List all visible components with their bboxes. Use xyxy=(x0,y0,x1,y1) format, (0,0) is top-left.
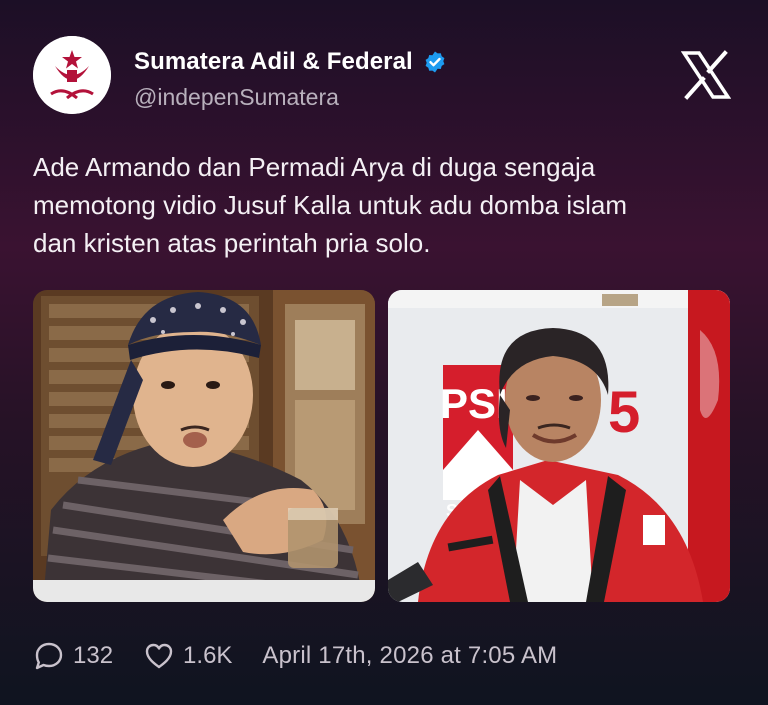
reply-bubble-icon xyxy=(35,642,63,670)
like-count: 1.6K xyxy=(183,642,233,669)
crescent-emblem-icon xyxy=(33,36,111,114)
tweet-card: Sumatera Adil & Federal @indepenSumatera… xyxy=(0,0,768,705)
engagement-bar: 132 1.6K April 17th, 2026 at 7:05 AM xyxy=(33,640,557,672)
account-handle[interactable]: @indepenSumatera xyxy=(134,84,339,111)
reply-count: 132 xyxy=(73,642,114,669)
avatar[interactable] xyxy=(33,36,111,114)
tweet-timestamp[interactable]: April 17th, 2026 at 7:05 AM xyxy=(262,642,557,670)
tweet-text-line: Ade Armando dan Permadi Arya di duga sen… xyxy=(33,152,596,182)
tweet-photo-right[interactable]: PSI 5 PART SO xyxy=(388,290,730,602)
account-name-row: Sumatera Adil & Federal xyxy=(134,48,447,76)
tweet-text-line: memotong vidio Jusuf Kalla untuk adu dom… xyxy=(33,190,627,220)
display-name[interactable]: Sumatera Adil & Federal xyxy=(134,48,413,76)
tweet-text-line: dan kristen atas perintah pria solo. xyxy=(33,228,431,258)
tweet-photo-left[interactable] xyxy=(33,290,375,602)
photo-man-red-jacket: PSI 5 PART SO xyxy=(388,290,730,602)
tweet-text: Ade Armando dan Permadi Arya di duga sen… xyxy=(33,148,733,262)
reply-action[interactable]: 132 xyxy=(33,640,113,672)
sign-number: 5 xyxy=(608,380,640,445)
photo-man-drinking xyxy=(33,290,375,602)
x-logo-icon[interactable] xyxy=(681,50,731,100)
verified-badge-icon xyxy=(425,51,445,73)
sign-text-psi: PSI xyxy=(440,380,508,427)
heart-icon xyxy=(145,643,173,669)
like-action[interactable]: 1.6K xyxy=(143,640,232,672)
